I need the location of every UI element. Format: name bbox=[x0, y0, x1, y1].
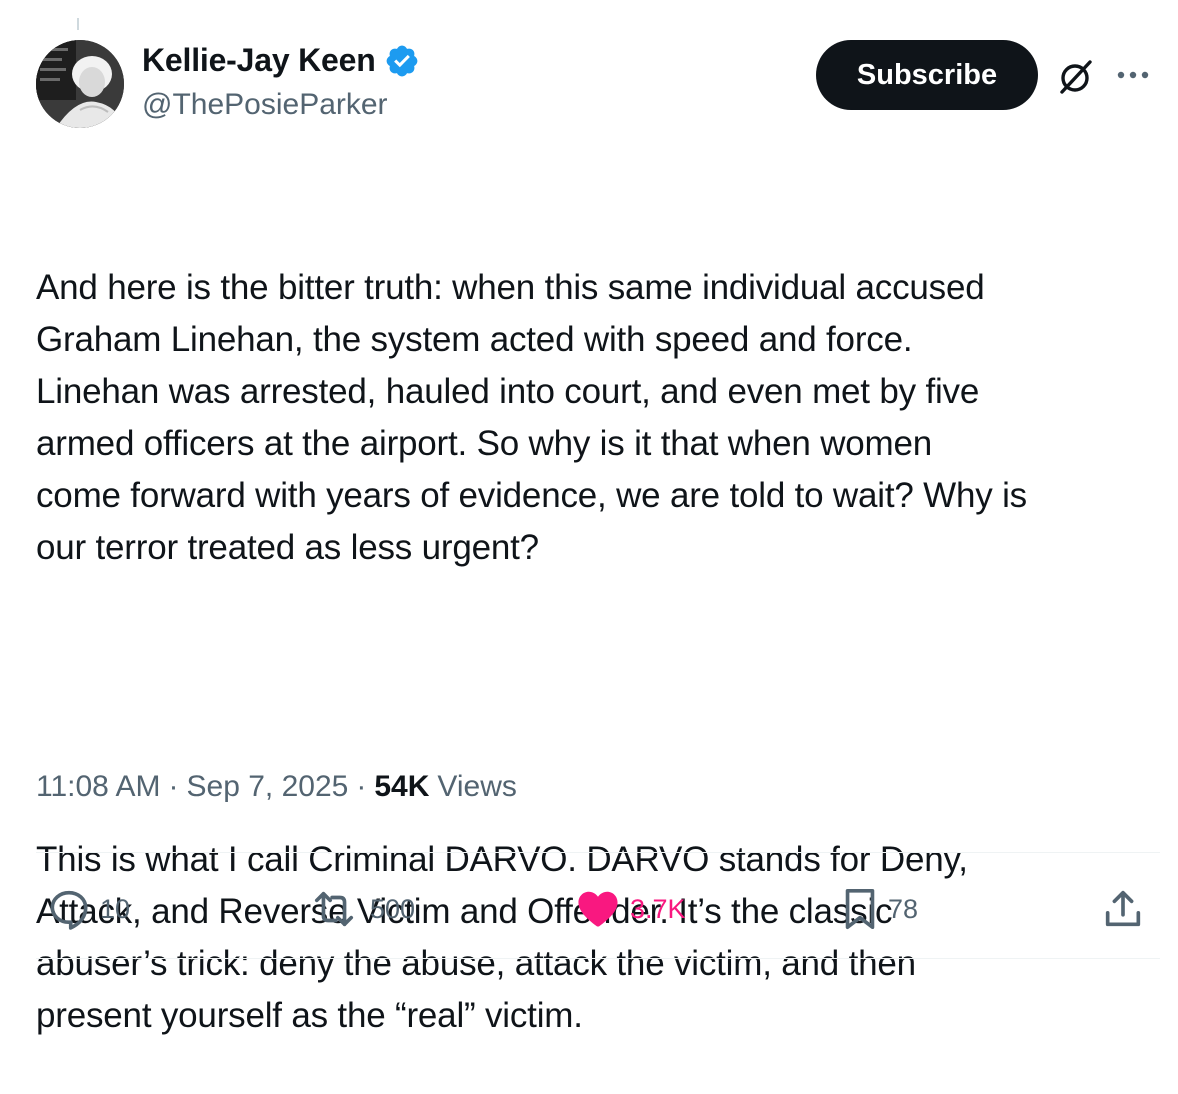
divider bbox=[36, 958, 1160, 959]
author-handle[interactable]: @ThePosieParker bbox=[142, 88, 388, 122]
reply-count: 10 bbox=[100, 893, 131, 924]
tweet-metadata: 11:08 AM · Sep 7, 2025 · 54K Views bbox=[36, 770, 517, 804]
grok-icon[interactable] bbox=[1054, 54, 1098, 98]
reply-icon bbox=[50, 890, 88, 930]
reply-button[interactable]: 10 bbox=[46, 884, 130, 934]
thread-connector-line bbox=[77, 18, 79, 30]
author-display-name[interactable]: Kellie-Jay Keen bbox=[142, 42, 376, 79]
views-count: 54K bbox=[374, 770, 430, 803]
tweet-paragraph: And here is the bitter truth: when this … bbox=[36, 268, 1027, 567]
like-count: 3.7K bbox=[630, 893, 686, 924]
meta-separator: · bbox=[356, 770, 367, 803]
tweet-text: And here is the bitter truth: when this … bbox=[36, 158, 1161, 1094]
share-icon bbox=[1105, 890, 1141, 927]
repost-button[interactable]: 500 bbox=[306, 884, 415, 934]
bookmark-count: 78 bbox=[888, 893, 919, 924]
tweet-paragraph: This is what I call Criminal DARVO. DARV… bbox=[36, 840, 968, 1035]
tweet-time[interactable]: 11:08 AM bbox=[36, 770, 161, 804]
author-name-row: Kellie-Jay Keen bbox=[142, 42, 420, 79]
verified-badge-icon[interactable] bbox=[384, 43, 420, 79]
views-label: Views bbox=[437, 770, 517, 803]
repost-count: 500 bbox=[370, 893, 416, 924]
bookmark-button[interactable]: 78 bbox=[840, 884, 918, 934]
heart-icon bbox=[578, 891, 618, 927]
divider bbox=[36, 852, 1160, 853]
share-button[interactable] bbox=[1100, 884, 1146, 934]
meta-separator: · bbox=[168, 770, 179, 803]
like-button[interactable]: 3.7K bbox=[574, 884, 686, 934]
more-icon[interactable] bbox=[1112, 60, 1156, 90]
subscribe-button[interactable]: Subscribe bbox=[816, 40, 1038, 110]
repost-icon bbox=[314, 891, 354, 927]
avatar-photo bbox=[36, 40, 124, 128]
avatar[interactable] bbox=[36, 40, 124, 128]
bookmark-icon bbox=[845, 888, 875, 930]
tweet-date[interactable]: Sep 7, 2025 bbox=[187, 770, 349, 804]
